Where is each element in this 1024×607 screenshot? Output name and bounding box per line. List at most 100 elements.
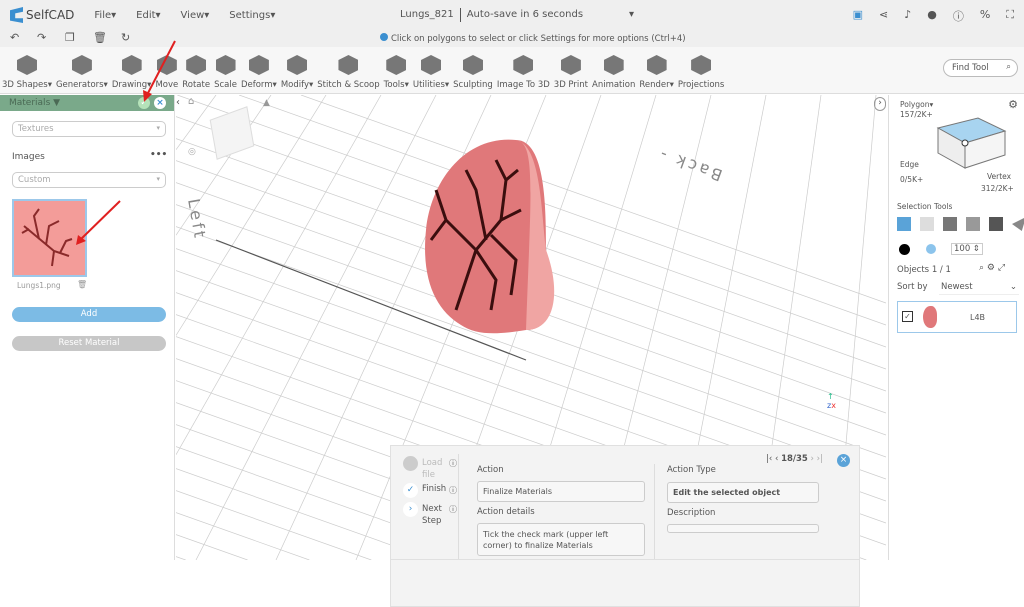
- select-cube-icon[interactable]: [897, 217, 911, 231]
- tool-3d-shapes[interactable]: 3D Shapes▾: [2, 55, 52, 93]
- logo-icon: [10, 7, 23, 23]
- tool-utilities[interactable]: Utilities▾: [413, 55, 449, 93]
- project-title: Lungs_821 Auto-save in 6 seconds ▾: [400, 8, 634, 22]
- select-half-icon[interactable]: [989, 217, 1003, 231]
- delete-image-icon[interactable]: 🗑: [77, 280, 87, 289]
- undo-icon[interactable]: ↶: [10, 31, 19, 44]
- search-icon[interactable]: ⌕: [1006, 62, 1011, 72]
- menu-view[interactable]: View▾: [181, 10, 210, 21]
- chevron-right-icon: ›: [403, 502, 418, 517]
- light-icon[interactable]: ◎: [188, 147, 196, 157]
- object-list-item[interactable]: ✓ L4B: [897, 301, 1017, 333]
- textures-select[interactable]: Textures ▾: [12, 121, 166, 137]
- action-field: Finalize Materials: [477, 481, 645, 502]
- reset-icon[interactable]: ↻: [121, 31, 130, 44]
- menu-file[interactable]: File▾: [94, 10, 116, 21]
- opacity-stepper[interactable]: 100 ⇕: [951, 243, 984, 255]
- tool-modify[interactable]: Modify▾: [281, 55, 313, 93]
- tool-tools[interactable]: Tools▾: [384, 55, 409, 93]
- tool-deform[interactable]: Deform▾: [241, 55, 277, 93]
- step-finish[interactable]: Finish: [422, 484, 446, 494]
- camera-icon[interactable]: ▲: [263, 98, 270, 108]
- tool-image-to-3d[interactable]: Image To 3D: [497, 55, 550, 93]
- tool-icon: [421, 55, 441, 75]
- project-name[interactable]: Lungs_821: [400, 9, 454, 22]
- select-sphere-icon[interactable]: [966, 217, 980, 231]
- description-field: [667, 524, 819, 533]
- redo-icon[interactable]: ↷: [37, 31, 46, 44]
- tool-scale[interactable]: Scale: [214, 55, 237, 93]
- divider: [654, 464, 655, 559]
- tool-render[interactable]: Render▾: [639, 55, 674, 93]
- tool-generators[interactable]: Generators▾: [56, 55, 108, 93]
- trash-icon[interactable]: 🗑: [93, 31, 107, 44]
- collapse-left-icon[interactable]: ‹: [176, 97, 180, 108]
- tool-3d-print[interactable]: 3D Print: [554, 55, 588, 93]
- custom-select[interactable]: Custom ▾: [12, 172, 166, 188]
- object-checkbox[interactable]: ✓: [902, 311, 913, 322]
- gear-icon[interactable]: ⚙: [1008, 98, 1018, 111]
- fullscreen-icon[interactable]: ⛶: [1006, 8, 1014, 24]
- select-wire-icon[interactable]: [920, 217, 934, 231]
- menu-edit[interactable]: Edit▾: [136, 10, 160, 21]
- first-page-icon[interactable]: |‹: [766, 454, 772, 464]
- tool-icon: [287, 55, 308, 75]
- chevron-down-icon: ▾: [156, 124, 160, 132]
- tool-sculpting[interactable]: Sculpting: [453, 55, 493, 93]
- copy-icon[interactable]: ❐: [65, 31, 75, 44]
- prev-page-icon[interactable]: ‹: [775, 454, 778, 464]
- polygon-mode[interactable]: Polygon▾: [900, 100, 933, 109]
- tool-icon: [338, 55, 359, 75]
- tool-label: Rotate: [182, 80, 211, 90]
- percent-icon[interactable]: %: [980, 8, 990, 24]
- bell-icon[interactable]: ♪: [904, 8, 911, 24]
- home-icon[interactable]: ⌂: [188, 96, 194, 107]
- tool-animation[interactable]: Animation: [592, 55, 635, 93]
- vertex-mode[interactable]: Vertex: [987, 172, 1011, 181]
- share-icon[interactable]: ⋖: [879, 8, 888, 24]
- info-icon[interactable]: ⓘ: [449, 485, 457, 496]
- save-icon[interactable]: ▣: [853, 8, 863, 24]
- tool-label: Render▾: [639, 80, 674, 90]
- menu-settings[interactable]: Settings▾: [229, 10, 275, 21]
- edge-mode[interactable]: Edge: [900, 160, 919, 169]
- more-options-icon[interactable]: •••: [150, 150, 167, 160]
- collapse-right-icon[interactable]: ›: [874, 97, 886, 111]
- select-plane-icon[interactable]: [1012, 217, 1024, 231]
- sort-select[interactable]: Newest ⌄: [939, 280, 1019, 295]
- reset-material-button[interactable]: Reset Material: [12, 336, 166, 351]
- top-bar: SelfCAD File▾ Edit▾ View▾ Settings▾ Lung…: [0, 0, 1024, 30]
- user-icon[interactable]: ●: [927, 8, 937, 24]
- images-label: Images: [12, 152, 45, 162]
- add-button[interactable]: Add: [12, 307, 166, 322]
- selection-mode-cube[interactable]: [933, 113, 1008, 173]
- tool-label: Tools▾: [383, 80, 409, 90]
- action-type-field: Edit the selected object: [667, 482, 819, 503]
- step-next[interactable]: Next Step: [422, 503, 450, 527]
- selfcad-logo[interactable]: SelfCAD: [10, 7, 74, 23]
- autosave-dropdown-icon[interactable]: ▾: [629, 9, 634, 22]
- tool-rotate[interactable]: Rotate: [182, 55, 210, 93]
- info-icon[interactable]: ⓘ: [449, 458, 457, 469]
- find-tool-input[interactable]: Find Tool ⌕: [943, 59, 1018, 77]
- gear-icon[interactable]: ⚙: [987, 263, 995, 273]
- lung-model[interactable]: [406, 130, 566, 340]
- close-icon[interactable]: ×: [837, 454, 850, 467]
- search-icon[interactable]: ⌕: [979, 263, 984, 273]
- step-load-file[interactable]: Load file: [422, 457, 450, 481]
- wireframe-icon[interactable]: [926, 244, 936, 254]
- color-black-icon[interactable]: [899, 244, 910, 255]
- textures-value: Textures: [18, 124, 54, 134]
- tool-projections[interactable]: Projections: [678, 55, 724, 93]
- vertex-count: 312/2K+: [981, 184, 1014, 193]
- tool-stitch-scoop[interactable]: Stitch & Scoop: [317, 55, 380, 93]
- info-icon[interactable]: ⓘ: [449, 504, 457, 515]
- last-page-icon[interactable]: ›|: [817, 454, 823, 464]
- expand-icon[interactable]: ⤢: [998, 263, 1005, 273]
- object-name: L4B: [970, 313, 986, 322]
- select-grid-icon[interactable]: [943, 217, 957, 231]
- next-page-icon[interactable]: ›: [811, 454, 814, 464]
- materials-title[interactable]: Materials ▼: [9, 98, 60, 108]
- info-icon[interactable]: ⓘ: [953, 8, 964, 24]
- grid-line: [176, 490, 372, 560]
